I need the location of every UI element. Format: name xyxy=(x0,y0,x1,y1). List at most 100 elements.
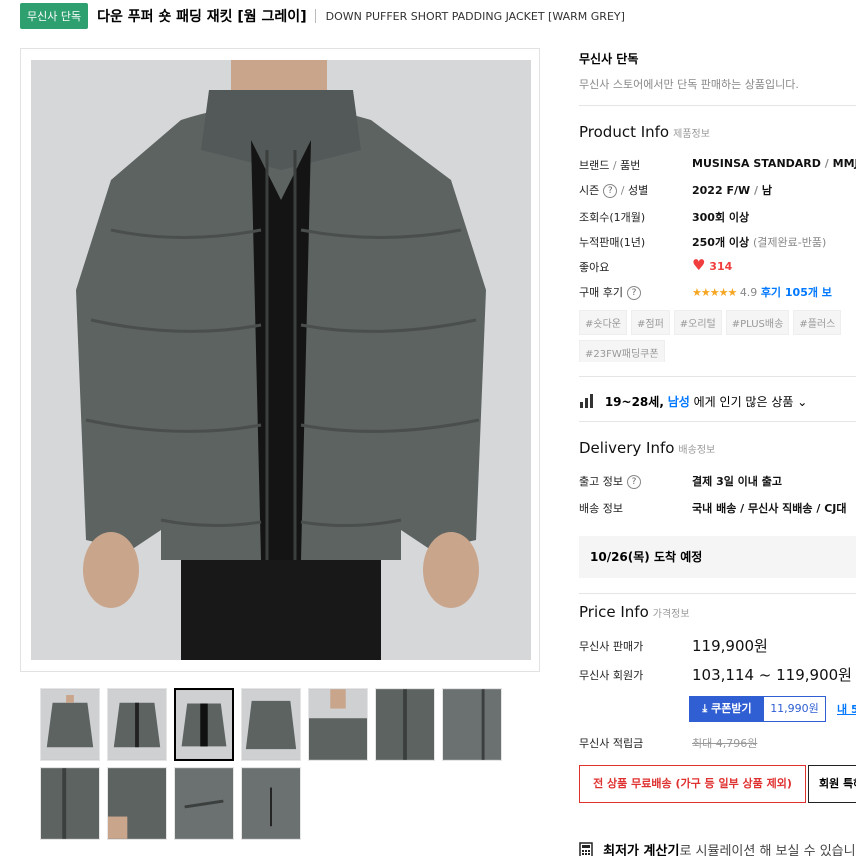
product-code: MMJI xyxy=(832,157,856,170)
brand-link[interactable]: MUSINSA STANDARD xyxy=(692,157,821,170)
tag[interactable]: #숏다운 xyxy=(579,310,627,335)
label-separator: / xyxy=(620,184,625,197)
season-value: 2022 F/W xyxy=(692,184,751,197)
download-icon: ⤓ xyxy=(702,702,708,715)
popular-age: 19~28세 xyxy=(604,395,660,409)
rating-stars: ★★★★★ xyxy=(692,286,737,299)
likes-count: 314 xyxy=(709,260,733,273)
exclusive-title: 무신사 단독 xyxy=(579,52,639,66)
delivery-info-subtitle: 배송정보 xyxy=(678,445,716,456)
brand-code-value: MUSINSA STANDARD / MMJI xyxy=(692,157,856,170)
price-info-title: Price Info xyxy=(579,603,649,621)
coupon-label: 쿠폰받기 xyxy=(711,702,752,715)
gender-label: 성별 xyxy=(627,184,649,197)
divider xyxy=(579,376,856,377)
likes-value-row[interactable]: ♥ 314 xyxy=(692,256,732,274)
season-gender-value: 2022 F/W / 남 xyxy=(692,182,772,198)
tag[interactable]: #플러스 xyxy=(793,310,842,335)
views-value: 300회 이상 xyxy=(692,211,750,224)
tag[interactable]: #점퍼 xyxy=(630,310,670,335)
likes-label: 좋아요 xyxy=(579,261,610,274)
points-value: 최대 4,796원 xyxy=(692,737,758,750)
coupon-amount: 11,990원 xyxy=(770,702,819,715)
product-info-title: Product Info xyxy=(579,123,670,141)
thumbnail-9[interactable] xyxy=(107,767,167,840)
product-title: 다운 푸퍼 숏 패딩 재킷 [웜 그레이] xyxy=(97,9,307,25)
product-title-english: DOWN PUFFER SHORT PADDING JACKET [WARM G… xyxy=(325,9,625,23)
thumbnail-6[interactable] xyxy=(375,688,435,761)
member-price-label: 무신사 회원가 xyxy=(579,669,644,682)
season-label: 시즌 xyxy=(579,184,600,197)
method-value: 국내 배송 / 무신사 직배송 / CJ대 xyxy=(692,502,847,515)
main-image-frame xyxy=(20,48,540,672)
thumbnail-gallery xyxy=(40,688,510,840)
price-info-subtitle: 가격정보 xyxy=(652,609,690,620)
sales-label: 누적판매(1년) xyxy=(579,236,646,249)
thumbnail-3-selected[interactable] xyxy=(174,688,234,761)
thumbnail-8[interactable] xyxy=(40,767,100,840)
jacket-photo xyxy=(31,60,531,660)
review-count-link[interactable]: 후기 105개 보 xyxy=(761,286,832,299)
help-icon[interactable]: ? xyxy=(603,184,618,198)
title-divider xyxy=(314,9,316,23)
tag[interactable]: #23FW패딩쿠폰 xyxy=(579,340,665,362)
views-label: 조회수(1개월) xyxy=(579,211,646,224)
code-label: 품번 xyxy=(620,159,641,172)
points-label: 무신사 적립금 xyxy=(579,737,644,750)
popular-text: 에게 인기 많은 상품 xyxy=(693,395,794,409)
chevron-down-icon[interactable]: ⌄ xyxy=(797,395,807,409)
coupon-label-area: ⤓ 쿠폰받기 xyxy=(690,697,764,721)
help-icon[interactable]: ? xyxy=(626,286,641,300)
thumbnail-2[interactable] xyxy=(107,688,167,761)
tag[interactable]: #오리털 xyxy=(673,310,722,335)
my-coupon-link[interactable]: 내 5 xyxy=(837,701,856,717)
price-info-heading: Price Info 가격정보 xyxy=(579,603,690,621)
ship-label: 출고 정보 xyxy=(579,475,623,488)
gender-value: 남 xyxy=(761,184,772,197)
member-benefit-button[interactable]: 회원 특혜 xyxy=(808,765,856,803)
thumbnail-5[interactable] xyxy=(308,688,368,761)
help-icon[interactable]: ? xyxy=(626,475,641,489)
coupon-download-button[interactable]: ⤓ 쿠폰받기 11,990원 xyxy=(689,696,826,722)
exclusive-badge: 무신사 단독 xyxy=(20,3,89,29)
thumbnail-7[interactable] xyxy=(442,688,502,761)
label-separator: / xyxy=(612,159,617,172)
review-label: 구매 후기 xyxy=(579,286,623,299)
member-price-value-row[interactable]: 103,114 ~ 119,900원 ⌄ xyxy=(692,664,856,685)
calculator-icon xyxy=(579,841,593,856)
thumbnail-10[interactable] xyxy=(174,767,234,840)
heart-icon[interactable]: ♥ xyxy=(692,256,705,274)
brand-code-label: 브랜드 / 품번 xyxy=(579,157,640,173)
calculator-text: 로 시뮬레이션 해 보실 수 있습니다 xyxy=(679,844,856,856)
product-info-heading: Product Info 제품정보 xyxy=(579,123,710,141)
sales-value-row: 250개 이상 (결제완료-반품) xyxy=(692,234,826,250)
main-product-image[interactable] xyxy=(31,60,531,660)
product-header: 무신사 단독 다운 푸퍼 숏 패딩 재킷 [웜 그레이] DOWN PUFFER… xyxy=(20,3,625,29)
value-separator: / xyxy=(824,157,829,170)
method-label: 배송 정보 xyxy=(579,502,623,515)
brand-label: 브랜드 xyxy=(579,159,610,172)
season-gender-label: 시즌? / 성별 xyxy=(579,182,648,198)
sale-price-label: 무신사 판매가 xyxy=(579,640,644,653)
divider xyxy=(579,105,856,106)
popular-gender: 남성 xyxy=(667,395,690,409)
sale-price-value: 119,900원 xyxy=(692,637,768,655)
free-shipping-banner[interactable]: 전 상품 무료배송 (가구 등 일부 상품 제외) xyxy=(579,765,806,803)
popular-row[interactable]: 19~28세, 남성 에게 인기 많은 상품 ⌄ xyxy=(579,393,807,411)
bar-chart-icon xyxy=(579,394,595,411)
popular-separator: , xyxy=(659,395,664,409)
delivery-info-heading: Delivery Info 배송정보 xyxy=(579,439,715,457)
ship-value: 결제 3일 이내 출고 xyxy=(692,475,782,488)
product-info-subtitle: 제품정보 xyxy=(673,129,710,140)
thumbnail-4[interactable] xyxy=(241,688,301,761)
tag-list: #숏다운 #점퍼 #오리털 #PLUS배송 #플러스 #23FW패딩쿠폰 xyxy=(579,310,856,362)
rating-score: 4.9 xyxy=(739,286,758,299)
divider xyxy=(579,593,856,594)
thumbnail-11[interactable] xyxy=(241,767,301,840)
arrival-estimate: 10/26(목) 도착 예정 xyxy=(579,536,856,578)
lowest-price-calculator[interactable]: 최저가 계산기로 시뮬레이션 해 보실 수 있습니다 xyxy=(579,840,856,856)
thumbnail-1[interactable] xyxy=(40,688,100,761)
delivery-info-title: Delivery Info xyxy=(579,439,675,457)
divider xyxy=(579,421,856,422)
tag[interactable]: #PLUS배송 xyxy=(725,310,790,335)
